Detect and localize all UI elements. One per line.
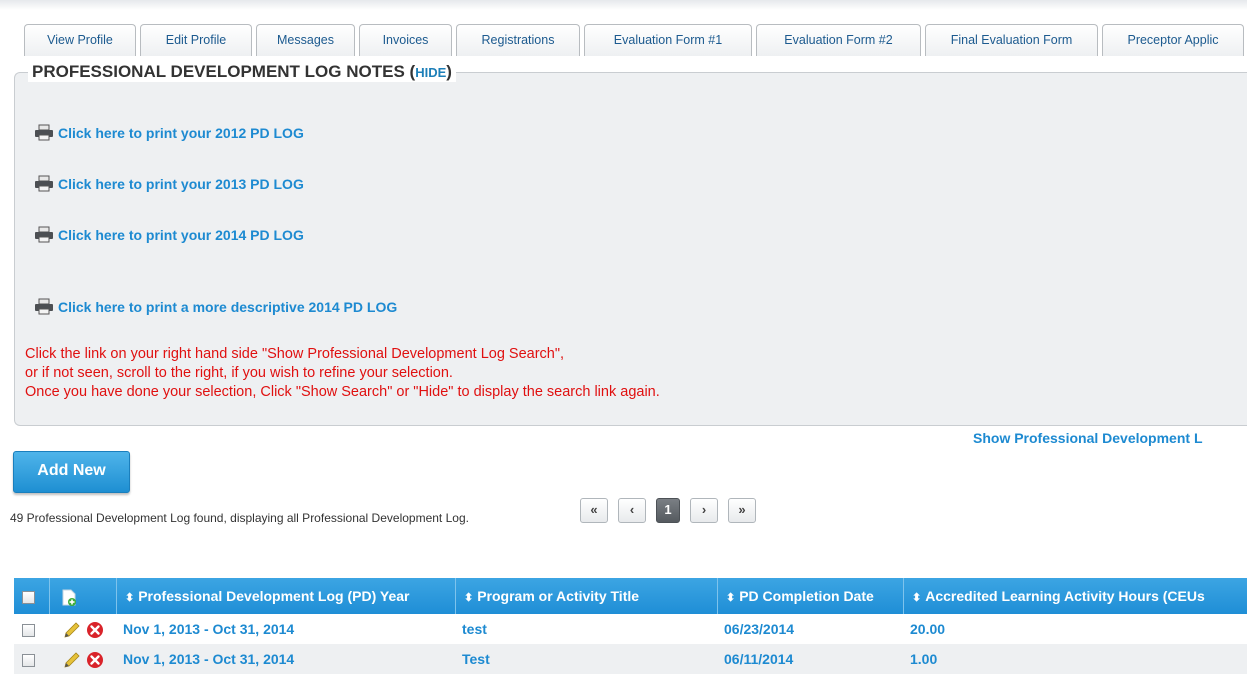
column-label: Professional Development Log (PD) Year — [138, 588, 410, 604]
row-select-cell — [14, 614, 50, 644]
add-new-button[interactable]: Add New — [13, 451, 130, 493]
panel-title: PROFESSIONAL DEVELOPMENT LOG NOTES (HIDE… — [28, 62, 456, 82]
next-page-button[interactable]: › — [690, 498, 718, 523]
tab-view-profile[interactable]: View Profile — [24, 24, 136, 56]
prev-page-button[interactable]: ‹ — [618, 498, 646, 523]
show-search-link[interactable]: Show Professional Development L — [973, 430, 1203, 446]
edit-pencil-icon[interactable] — [62, 651, 82, 669]
tab-invoices[interactable]: Invoices — [359, 24, 452, 56]
printer-icon — [35, 175, 53, 192]
sort-icon: ⬍ — [464, 592, 474, 604]
row-select-cell — [14, 644, 50, 674]
tab-edit-profile[interactable]: Edit Profile — [140, 24, 252, 56]
print-link-label: Click here to print your 2013 PD LOG — [58, 175, 304, 192]
printer-icon — [35, 226, 53, 243]
print-link-label: Click here to print a more descriptive 2… — [58, 298, 398, 315]
activity-hours-cell[interactable]: 1.00 — [904, 644, 1247, 674]
column-label: Accredited Learning Activity Hours (CEUs — [925, 588, 1205, 604]
instructions-line: or if not seen, scroll to the right, if … — [25, 365, 453, 381]
column-activity-hours[interactable]: ⬍ Accredited Learning Activity Hours (CEU… — [904, 578, 1247, 614]
column-label: PD Completion Date — [739, 588, 874, 604]
table-header: ⬍ Professional Development Log (PD) Year … — [14, 578, 1247, 614]
pagination: « ‹ 1 › » — [580, 498, 766, 523]
column-completion-date[interactable]: ⬍ PD Completion Date — [718, 578, 904, 614]
activity-hours-cell[interactable]: 20.00 — [904, 614, 1247, 644]
pd-year-cell[interactable]: Nov 1, 2013 - Oct 31, 2014 — [117, 644, 456, 674]
column-activity-title[interactable]: ⬍ Program or Activity Title — [456, 578, 718, 614]
table-row: Nov 1, 2013 - Oct 31, 2014 test 06/23/20… — [14, 614, 1247, 644]
row-checkbox[interactable] — [22, 623, 35, 637]
page-1-button[interactable]: 1 — [656, 498, 680, 523]
activity-title-cell[interactable]: Test — [456, 644, 718, 674]
top-fade — [0, 0, 1247, 10]
print-2013-link[interactable]: Click here to print your 2013 PD LOG — [34, 175, 304, 192]
completion-date-cell[interactable]: 06/11/2014 — [718, 644, 904, 674]
first-page-button[interactable]: « — [580, 498, 608, 523]
delete-icon[interactable] — [86, 651, 104, 669]
print-descriptive-2014-link[interactable]: Click here to print a more descriptive 2… — [34, 298, 397, 315]
edit-pencil-icon[interactable] — [62, 621, 82, 639]
results-count-text: 49 Professional Development Log found, d… — [10, 511, 469, 525]
pd-year-cell[interactable]: Nov 1, 2013 - Oct 31, 2014 — [117, 614, 456, 644]
hide-link[interactable]: HIDE — [415, 65, 446, 80]
last-page-button[interactable]: » — [728, 498, 756, 523]
tab-preceptor-application[interactable]: Preceptor Applic — [1102, 24, 1244, 56]
instructions-line: Once you have done your selection, Click… — [25, 384, 660, 400]
select-all-checkbox[interactable] — [22, 590, 35, 604]
paren-close: ) — [446, 62, 452, 81]
row-actions-cell — [50, 644, 117, 674]
print-2014-link[interactable]: Click here to print your 2014 PD LOG — [34, 226, 304, 243]
panel-title-text: PROFESSIONAL DEVELOPMENT LOG NOTES — [32, 62, 405, 81]
add-column-header — [50, 578, 117, 614]
delete-icon[interactable] — [86, 621, 104, 639]
completion-date-cell[interactable]: 06/23/2014 — [718, 614, 904, 644]
select-all-header — [14, 578, 50, 614]
printer-icon — [35, 298, 53, 315]
row-checkbox[interactable] — [22, 653, 35, 667]
instructions-note: Click the link on your right hand side "… — [25, 345, 660, 402]
tab-evaluation-form-1[interactable]: Evaluation Form #1 — [584, 24, 752, 56]
column-label: Program or Activity Title — [477, 588, 640, 604]
print-2012-link[interactable]: Click here to print your 2012 PD LOG — [34, 124, 304, 141]
sort-icon: ⬍ — [125, 592, 135, 604]
sort-icon: ⬍ — [726, 592, 736, 604]
pd-log-table: ⬍ Professional Development Log (PD) Year … — [14, 578, 1247, 674]
column-pd-year[interactable]: ⬍ Professional Development Log (PD) Year — [117, 578, 456, 614]
tab-messages[interactable]: Messages — [256, 24, 355, 56]
profile-tabs: View Profile Edit Profile Messages Invoi… — [24, 24, 1247, 57]
sort-icon: ⬍ — [912, 592, 922, 604]
instructions-line: Click the link on your right hand side "… — [25, 346, 565, 362]
print-link-label: Click here to print your 2012 PD LOG — [58, 124, 304, 141]
printer-icon — [35, 124, 53, 141]
row-actions-cell — [50, 614, 117, 644]
tab-final-evaluation-form[interactable]: Final Evaluation Form — [925, 24, 1098, 56]
print-link-label: Click here to print your 2014 PD LOG — [58, 226, 304, 243]
tab-evaluation-form-2[interactable]: Evaluation Form #2 — [756, 24, 921, 56]
tab-registrations[interactable]: Registrations — [456, 24, 580, 56]
table-row: Nov 1, 2013 - Oct 31, 2014 Test 06/11/20… — [14, 644, 1247, 674]
activity-title-cell[interactable]: test — [456, 614, 718, 644]
add-document-icon[interactable] — [62, 589, 76, 606]
